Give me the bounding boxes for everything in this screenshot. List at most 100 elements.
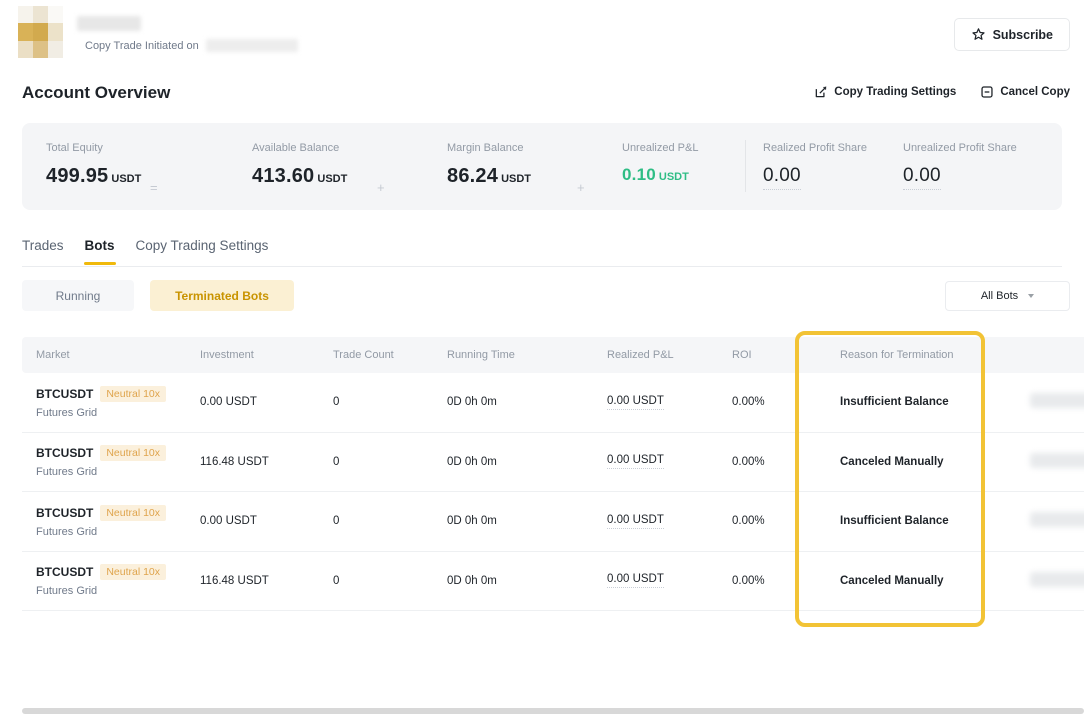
actions-cell — [1030, 512, 1084, 530]
bot-filter-selected-value: All Bots — [981, 290, 1018, 302]
realized-pnl-cell: 0.00 USDT — [607, 573, 732, 588]
investment-cell: 0.00 USDT — [200, 515, 333, 527]
table-row[interactable]: BTCUSDT Neutral 10x Futures Grid 116.48 … — [22, 552, 1084, 612]
table-header-row: Market Investment Trade Count Running Ti… — [22, 337, 1084, 373]
row-action-redacted[interactable] — [1030, 512, 1084, 527]
stat-realized-profit-share: Realized Profit Share 0.00 — [763, 142, 867, 190]
bot-filter-dropdown[interactable]: All Bots — [945, 281, 1070, 311]
trader-avatar — [18, 6, 63, 58]
table-row[interactable]: BTCUSDT Neutral 10x Futures Grid 116.48 … — [22, 433, 1084, 493]
trade-count-cell: 0 — [333, 515, 447, 527]
horizontal-scrollbar[interactable] — [22, 708, 1084, 714]
column-header-reason: Reason for Termination — [840, 349, 1030, 361]
market-cell: BTCUSDT Neutral 10x Futures Grid — [22, 505, 200, 538]
subscribe-button[interactable]: Subscribe — [954, 18, 1070, 51]
avatar-pixel — [33, 23, 48, 40]
roi-cell: 0.00% — [732, 575, 840, 587]
trade-count-cell: 0 — [333, 456, 447, 468]
minus-square-icon — [980, 85, 994, 99]
avatar-pixel — [18, 23, 33, 40]
table-row[interactable]: BTCUSDT Neutral 10x Futures Grid 0.00 US… — [22, 373, 1084, 433]
main-tabs: Trades Bots Copy Trading Settings — [22, 238, 268, 265]
tab-trades[interactable]: Trades — [22, 238, 64, 265]
bot-type: Futures Grid — [36, 407, 200, 419]
running-time-cell: 0D 0h 0m — [447, 515, 607, 527]
row-action-redacted[interactable] — [1030, 453, 1084, 468]
investment-cell: 116.48 USDT — [200, 575, 333, 587]
stat-unrealized-profit-share: Unrealized Profit Share 0.00 — [903, 142, 1017, 190]
tab-bots[interactable]: Bots — [85, 238, 115, 265]
avatar-pixel — [48, 6, 63, 23]
actions-cell — [1030, 393, 1084, 411]
avatar-pixel — [18, 6, 33, 23]
pair-symbol: BTCUSDT — [36, 387, 93, 401]
tab-copy-trading-settings[interactable]: Copy Trading Settings — [136, 238, 269, 265]
realized-pnl-cell: 0.00 USDT — [607, 454, 732, 469]
column-header-trade-count: Trade Count — [333, 349, 447, 361]
termination-reason-cell: Canceled Manually — [840, 575, 1030, 587]
stat-margin-balance: Margin Balance 86.24USDT — [447, 142, 531, 188]
actions-cell — [1030, 453, 1084, 471]
column-header-investment: Investment — [200, 349, 333, 361]
pair-symbol: BTCUSDT — [36, 506, 93, 520]
bot-type: Futures Grid — [36, 585, 200, 597]
termination-reason-cell: Insufficient Balance — [840, 396, 1030, 408]
account-stats-bar: Total Equity 499.95USDT = Available Bala… — [22, 123, 1062, 210]
avatar-pixel — [48, 41, 63, 58]
column-header-roi: ROI — [732, 349, 840, 361]
copy-trading-settings-button[interactable]: Copy Trading Settings — [814, 85, 956, 99]
initiated-date-redacted — [206, 39, 298, 52]
bot-type: Futures Grid — [36, 526, 200, 538]
trade-count-cell: 0 — [333, 396, 447, 408]
leverage-badge: Neutral 10x — [100, 445, 166, 461]
tabs-divider — [22, 266, 1062, 267]
leverage-badge: Neutral 10x — [100, 564, 166, 580]
running-time-cell: 0D 0h 0m — [447, 396, 607, 408]
roi-cell: 0.00% — [732, 456, 840, 468]
investment-cell: 116.48 USDT — [200, 456, 333, 468]
column-header-running-time: Running Time — [447, 349, 607, 361]
terminated-bots-filter-button[interactable]: Terminated Bots — [150, 280, 294, 311]
avatar-pixel — [18, 41, 33, 58]
row-action-redacted[interactable] — [1030, 572, 1084, 587]
market-cell: BTCUSDT Neutral 10x Futures Grid — [22, 564, 200, 597]
chevron-down-icon — [1028, 294, 1034, 298]
running-time-cell: 0D 0h 0m — [447, 575, 607, 587]
stat-available-balance: Available Balance 413.60USDT — [252, 142, 347, 188]
copy-trading-settings-label: Copy Trading Settings — [834, 86, 956, 98]
copy-trading-detail-page: Copy Trade Initiated on Subscribe Accoun… — [0, 0, 1084, 726]
actions-cell — [1030, 572, 1084, 590]
bot-type: Futures Grid — [36, 466, 200, 478]
pair-symbol: BTCUSDT — [36, 565, 93, 579]
trader-name-redacted — [77, 16, 141, 31]
terminated-bots-table: Market Investment Trade Count Running Ti… — [22, 337, 1084, 611]
table-row[interactable]: BTCUSDT Neutral 10x Futures Grid 0.00 US… — [22, 492, 1084, 552]
cancel-copy-label: Cancel Copy — [1000, 86, 1070, 98]
avatar-pixel — [33, 6, 48, 23]
leverage-badge: Neutral 10x — [100, 386, 166, 402]
plus-operator: + — [377, 180, 385, 195]
avatar-pixel — [48, 23, 63, 40]
running-time-cell: 0D 0h 0m — [447, 456, 607, 468]
cancel-copy-button[interactable]: Cancel Copy — [980, 85, 1070, 99]
row-action-redacted[interactable] — [1030, 393, 1084, 408]
avatar-pixel — [33, 41, 48, 58]
column-header-market: Market — [22, 349, 200, 361]
column-header-realized-pnl: Realized P&L — [607, 349, 732, 361]
realized-pnl-cell: 0.00 USDT — [607, 514, 732, 529]
termination-reason-cell: Insufficient Balance — [840, 515, 1030, 527]
plus-operator: + — [577, 180, 585, 195]
roi-cell: 0.00% — [732, 515, 840, 527]
market-cell: BTCUSDT Neutral 10x Futures Grid — [22, 445, 200, 478]
equals-operator: = — [150, 180, 158, 195]
running-filter-button[interactable]: Running — [22, 280, 134, 311]
pair-symbol: BTCUSDT — [36, 446, 93, 460]
page-title: Account Overview — [22, 83, 170, 103]
leverage-badge: Neutral 10x — [100, 505, 166, 521]
initiated-label: Copy Trade Initiated on — [85, 40, 199, 52]
stat-total-equity: Total Equity 499.95USDT — [46, 142, 141, 188]
market-cell: BTCUSDT Neutral 10x Futures Grid — [22, 386, 200, 419]
subscribe-label: Subscribe — [993, 28, 1053, 42]
stats-divider — [745, 140, 746, 192]
investment-cell: 0.00 USDT — [200, 396, 333, 408]
